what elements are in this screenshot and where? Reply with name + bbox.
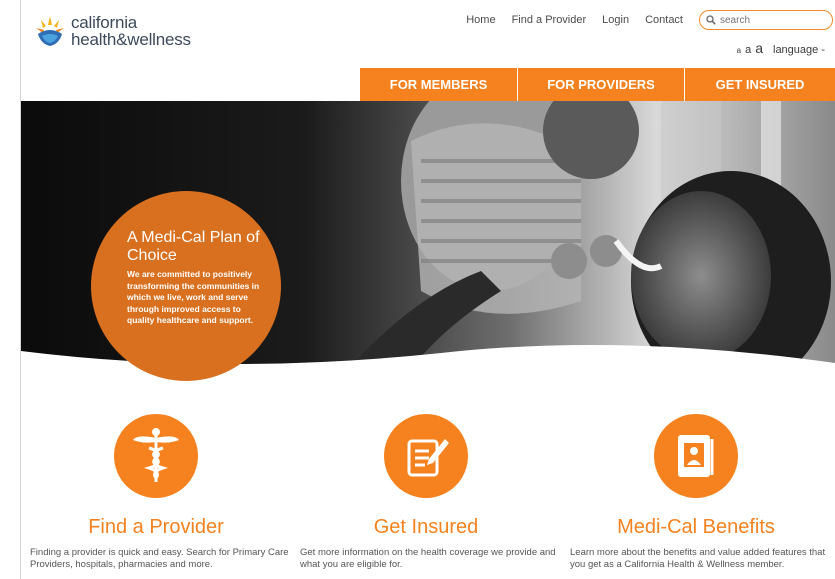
text-size-controls: a a a language - [737,40,829,56]
caduceus-icon [133,428,179,482]
brand-logo[interactable]: california health&wellness [33,14,191,48]
window-margin [0,0,20,579]
brand-name: california health&wellness [71,14,191,48]
get-insured-icon-button[interactable] [384,414,468,498]
feature-section: Find a Provider Finding a provider is qu… [21,410,835,579]
feature-medi-cal-benefits: Medi-Cal Benefits Learn more about the b… [561,410,831,571]
notepad-pencil-icon [407,439,449,477]
nav-link-find-a-provider[interactable]: Find a Provider [512,14,587,26]
language-selector[interactable]: language - [773,44,825,56]
main-nav: FOR MEMBERS FOR PROVIDERS GET INSURED [360,68,835,101]
feature-description: Learn more about the benefits and value … [570,547,826,570]
text-size-small[interactable]: a [737,46,741,55]
id-card-icon [678,435,714,477]
feature-find-a-provider: Find a Provider Finding a provider is qu… [21,410,291,571]
brand-name-line1: california [71,13,138,32]
search-box[interactable] [699,10,833,30]
text-size-large[interactable]: a [755,40,763,56]
search-icon [706,15,716,25]
top-nav: Home Find a Provider Login Contact [466,10,835,30]
brand-name-line2: health&wellness [71,30,191,49]
feature-title[interactable]: Medi-Cal Benefits [561,516,831,539]
feature-description: Finding a provider is quick and easy. Se… [30,547,289,570]
feature-get-insured: Get Insured Get more information on the … [291,410,561,571]
hero-title: A Medi-Cal Plan of Choice [127,229,260,264]
main-nav-for-members[interactable]: FOR MEMBERS [360,68,518,101]
california-health-and-wellness-logo-icon [36,16,64,46]
page: california health&wellness Home Find a P… [21,0,835,579]
find-a-provider-icon-button[interactable] [114,414,198,498]
nav-link-home[interactable]: Home [466,14,495,26]
nav-link-contact[interactable]: Contact [645,14,683,26]
hero-banner: A Medi-Cal Plan of Choice We are committ… [21,101,835,401]
medi-cal-benefits-icon-button[interactable] [654,414,738,498]
feature-description: Get more information on the health cover… [300,547,556,570]
hero-callout: A Medi-Cal Plan of Choice We are committ… [91,191,281,381]
feature-title[interactable]: Get Insured [291,516,561,539]
search-input[interactable] [720,14,820,26]
feature-title[interactable]: Find a Provider [21,516,291,539]
nav-link-login[interactable]: Login [602,14,629,26]
main-nav-get-insured[interactable]: GET INSURED [685,68,835,101]
text-size-medium[interactable]: a [745,44,751,56]
main-nav-for-providers[interactable]: FOR PROVIDERS [518,68,685,101]
hero-body: We are committed to positively transform… [127,269,260,325]
